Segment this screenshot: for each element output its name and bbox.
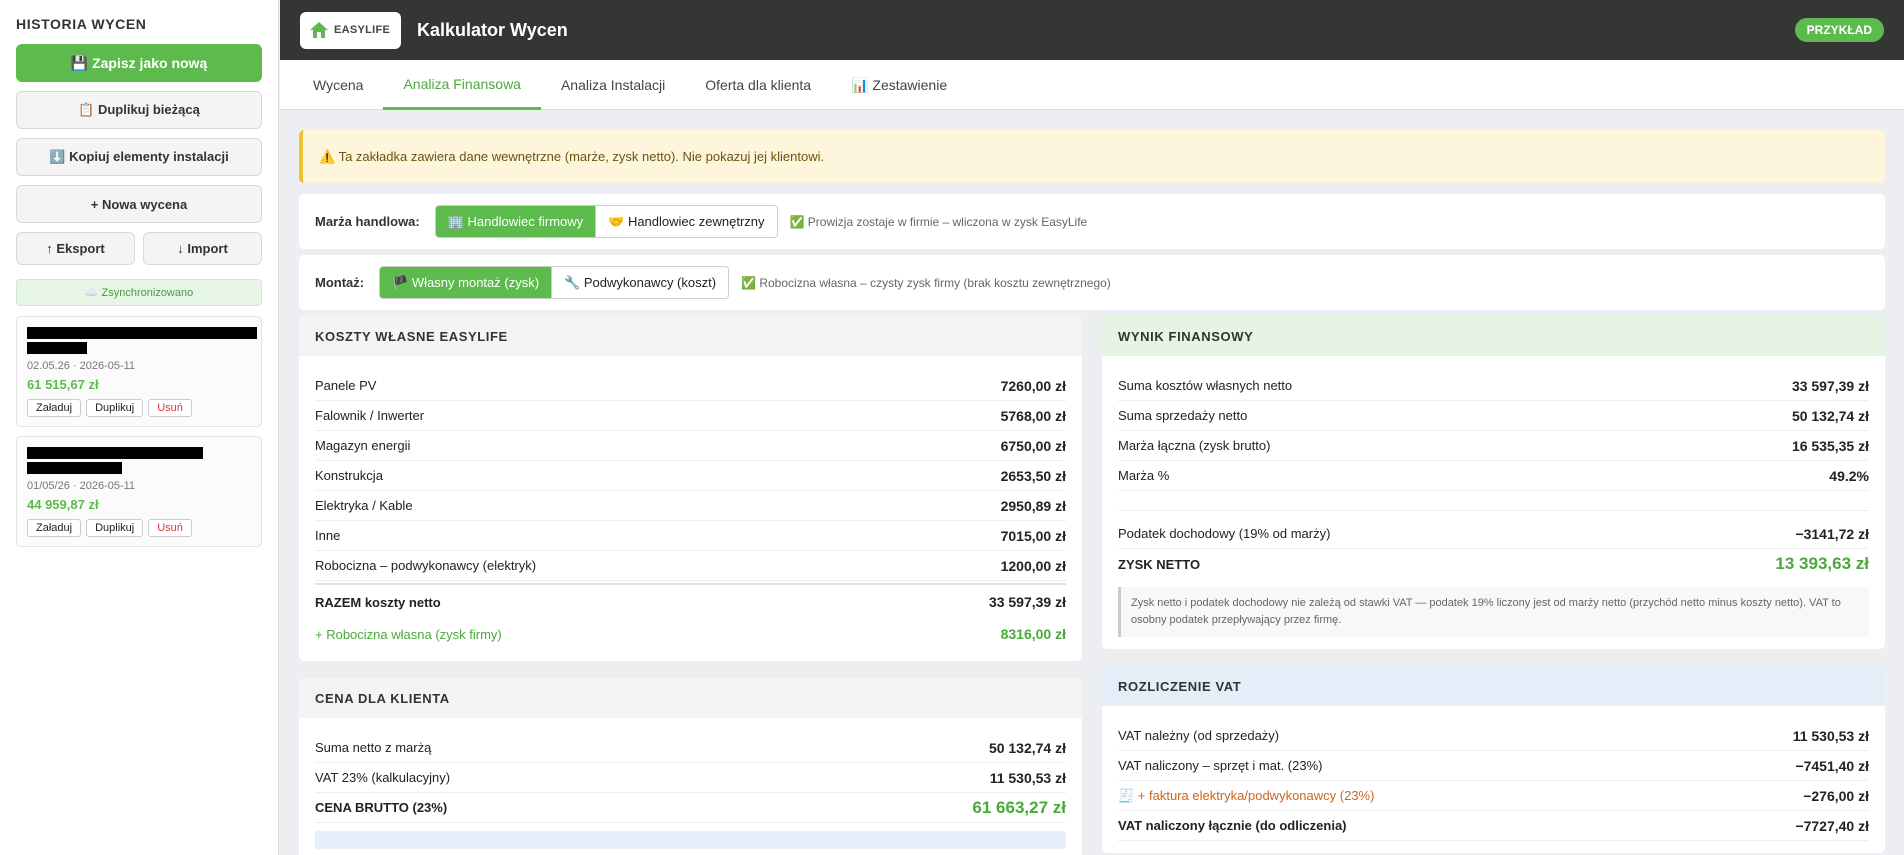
tab-analiza-instalacji[interactable]: Analiza Instalacji (541, 60, 685, 110)
tab-analiza-finansowa[interactable]: Analiza Finansowa (383, 60, 541, 110)
own-mount-option[interactable]: 🏴 Własny montaż (zysk) (380, 267, 552, 298)
history-date: 02.05.26 · 2026-05-11 (27, 360, 136, 372)
income-tax-row: Podatek dochodowy (19% od marży) −3141,72… (1118, 519, 1869, 549)
export-button[interactable]: ↑ Eksport (16, 232, 135, 265)
company-salesman-option[interactable]: 🏢 Handlowiec firmowy (435, 206, 596, 237)
cost-row: Panele PV 7260,00 zł (315, 371, 1066, 401)
margin-toggle: 🏢 Handlowiec firmowy 🤝 Handlowiec zewnęt… (434, 205, 778, 238)
total-margin-row: Marża łączna (zysk brutto) 16 535,35 zł (1118, 431, 1869, 461)
own-labor-row: + Robocizna własna (zysk firmy) 8316,00 z… (315, 626, 1066, 642)
duplicate-button[interactable]: 📋 Duplikuj bieżącą (16, 91, 262, 129)
sidebar: HISTORIA WYCEN 💾 Zapisz jako nową 📋 Dupl… (0, 0, 279, 855)
history-amount: 61 515,67 zł (27, 377, 99, 392)
margin-label: Marża handlowa: (315, 214, 420, 229)
example-badge[interactable]: PRZYKŁAD (1794, 18, 1884, 42)
vat-input-row: VAT naliczony – sprzęt i mat. (23%) −7451… (1118, 751, 1869, 781)
app-title: Kalkulator Wycen (417, 19, 568, 40)
margin-percent-row: Marża % 49.2% (1118, 461, 1869, 491)
tab-oferta[interactable]: Oferta dla klienta (685, 60, 831, 110)
mount-options: Montaż: 🏴 Własny montaż (zysk) 🔧 Podwyko… (299, 255, 1885, 310)
history-amount: 44 959,87 zł (27, 497, 99, 512)
cost-row: Inne 7015,00 zł (315, 521, 1066, 551)
save-new-button[interactable]: 💾 Zapisz jako nową (16, 44, 262, 82)
vat-invoice-row: 🧾 + faktura elektryka/podwykonawcy (23%)… (1118, 781, 1869, 811)
vat-info-strip (315, 831, 1066, 849)
net-sum-row: Suma netto z marżą 50 132,74 zł (315, 733, 1066, 763)
delete-button[interactable]: Usuń (148, 399, 192, 417)
history-item[interactable]: 02.05.26 · 2026-05-11 61 515,67 zł Załad… (16, 316, 262, 427)
vat-row: VAT 23% (kalkulacyjny) 11 530,53 zł (315, 763, 1066, 793)
internal-data-warning: ⚠️ Ta zakładka zawiera dane wewnętrzne (… (299, 130, 1885, 183)
redacted-title (27, 447, 203, 459)
redacted-title (27, 342, 87, 354)
profit-note: Zysk netto i podatek dochodowy nie zależ… (1118, 587, 1869, 637)
cost-row: Falownik / Inwerter 5768,00 zł (315, 401, 1066, 431)
load-button[interactable]: Załaduj (27, 519, 82, 537)
external-salesman-option[interactable]: 🤝 Handlowiec zewnętrzny (595, 206, 777, 237)
logo-text: EASYLIFE (334, 24, 391, 36)
copy-elements-button[interactable]: ⬇️ Kopiuj elementy instalacji (16, 138, 262, 176)
mount-label: Montaż: (315, 275, 365, 290)
app-header: EASYLIFE Kalkulator Wycen PRZYKŁAD (280, 0, 1904, 60)
mount-note: ✅ Robocizna własna – czysty zysk firmy (… (741, 275, 1111, 290)
subcontractor-option[interactable]: 🔧 Podwykonawcy (koszt) (551, 267, 729, 298)
load-button[interactable]: Załaduj (27, 399, 82, 417)
vat-card: ROZLICZENIE VAT VAT należny (od sprzedaż… (1102, 666, 1885, 853)
cost-row: Magazyn energii 6750,00 zł (315, 431, 1066, 461)
margin-note: ✅ Prowizja zostaje w firmie – wliczona w… (789, 214, 1088, 229)
vat-due-row: VAT należny (od sprzedaży) 11 530,53 zł (1118, 721, 1869, 751)
history-item[interactable]: 01/05/26 · 2026-05-11 44 959,87 zł Załad… (16, 436, 262, 547)
tab-bar: Wycena Analiza Finansowa Analiza Instala… (280, 60, 1904, 110)
history-date: 01/05/26 · 2026-05-11 (27, 480, 136, 492)
sync-status: ☁️ Zsynchronizowano (16, 279, 262, 306)
right-column: WYNIK FINANSOWY Suma kosztów własnych ne… (1102, 316, 1885, 855)
duplicate-history-button[interactable]: Duplikuj (86, 519, 144, 537)
tab-wycena[interactable]: Wycena (293, 60, 383, 110)
redacted-title (27, 462, 122, 474)
vat-title: ROZLICZENIE VAT (1102, 666, 1885, 706)
cost-row: Elektryka / Kable 2950,89 zł (315, 491, 1066, 521)
own-costs-row: Suma kosztów własnych netto 33 597,39 zł (1118, 371, 1869, 401)
result-title: WYNIK FINANSOWY (1102, 316, 1885, 356)
costs-title: KOSZTY WŁASNE EASYLIFE (299, 316, 1082, 356)
gross-price-row: CENA BRUTTO (23%) 61 663,27 zł (315, 793, 1066, 823)
costs-total-row: RAZEM koszty netto 33 597,39 zł (315, 583, 1066, 619)
main-content: ⚠️ Ta zakładka zawiera dane wewnętrzne (… (280, 110, 1904, 855)
duplicate-history-button[interactable]: Duplikuj (86, 399, 144, 417)
client-price-title: CENA DLA KLIENTA (299, 678, 1082, 718)
result-card: WYNIK FINANSOWY Suma kosztów własnych ne… (1102, 316, 1885, 649)
delete-button[interactable]: Usuń (148, 519, 192, 537)
sales-sum-row: Suma sprzedaży netto 50 132,74 zł (1118, 401, 1869, 431)
client-price-card: CENA DLA KLIENTA Suma netto z marżą 50 13… (299, 678, 1082, 855)
cost-row: Robocizna – podwykonawcy (elektryk) 1200,… (315, 551, 1066, 581)
import-button[interactable]: ↓ Import (143, 232, 262, 265)
net-profit-row: ZYSK NETTO 13 393,63 zł (1118, 554, 1869, 573)
logo: EASYLIFE (300, 11, 401, 49)
mount-toggle: 🏴 Własny montaż (zysk) 🔧 Podwykonawcy (k… (379, 266, 730, 299)
vat-total-row: VAT naliczony łącznie (do odliczenia) −77… (1118, 811, 1869, 841)
cost-row: Konstrukcja 2653,50 zł (315, 461, 1066, 491)
redacted-title (27, 327, 257, 339)
left-column: KOSZTY WŁASNE EASYLIFE Panele PV 7260,00 … (299, 316, 1082, 855)
costs-card: KOSZTY WŁASNE EASYLIFE Panele PV 7260,00 … (299, 316, 1082, 661)
tab-zestawienie[interactable]: 📊 Zestawienie (831, 60, 967, 110)
new-quote-button[interactable]: + Nowa wycena (16, 185, 262, 223)
margin-options: Marża handlowa: 🏢 Handlowiec firmowy 🤝 H… (299, 194, 1885, 249)
house-icon (310, 22, 328, 38)
sidebar-title: HISTORIA WYCEN (16, 16, 147, 32)
